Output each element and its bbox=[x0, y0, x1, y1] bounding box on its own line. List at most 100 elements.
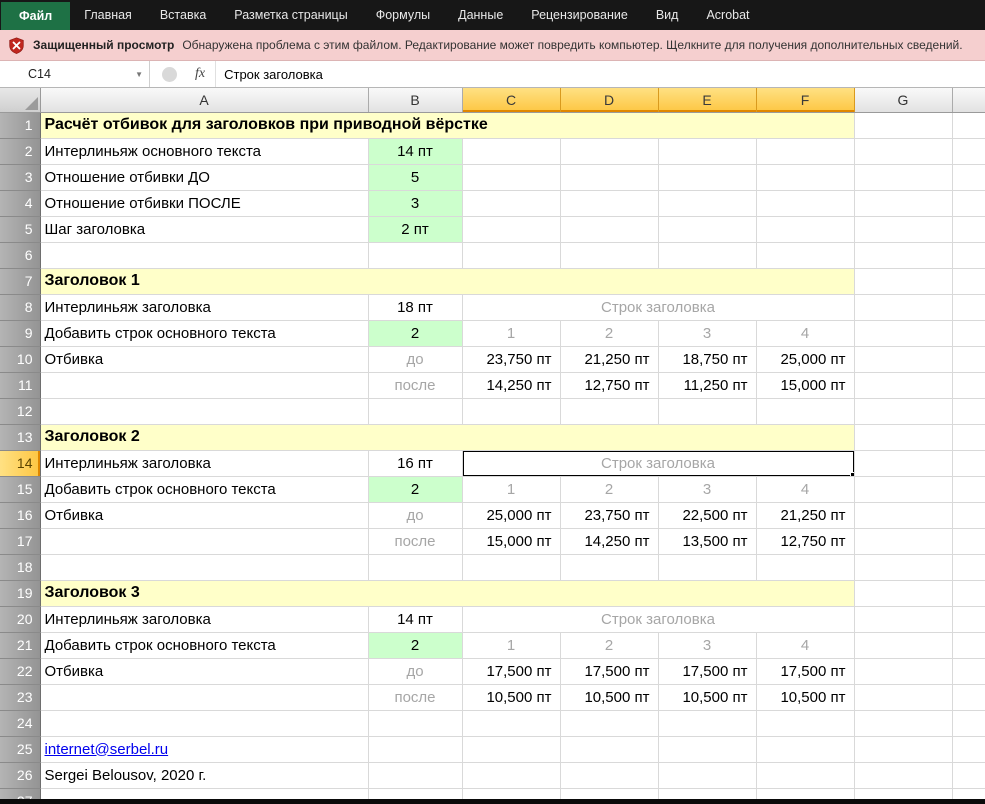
column-header[interactable]: D bbox=[560, 88, 659, 113]
cell[interactable] bbox=[952, 398, 985, 425]
chevron-down-icon[interactable]: ▼ bbox=[135, 70, 143, 79]
cell[interactable]: 10,500 пт bbox=[756, 684, 855, 711]
cell[interactable] bbox=[952, 138, 985, 165]
cell[interactable] bbox=[462, 216, 561, 243]
cell[interactable] bbox=[560, 710, 659, 737]
cell[interactable] bbox=[952, 476, 985, 503]
cell[interactable] bbox=[658, 736, 757, 763]
row-header[interactable]: 5 bbox=[0, 216, 41, 243]
cell[interactable] bbox=[560, 190, 659, 217]
cell[interactable] bbox=[854, 476, 953, 503]
cell[interactable] bbox=[658, 398, 757, 425]
cell[interactable] bbox=[368, 710, 463, 737]
cell[interactable]: 1 bbox=[462, 476, 561, 503]
cell[interactable]: 15,000 пт bbox=[462, 528, 561, 555]
cell[interactable] bbox=[952, 580, 985, 607]
cell[interactable]: Строк заголовка bbox=[462, 294, 855, 321]
cell[interactable]: Добавить строк основного текста bbox=[40, 476, 369, 503]
cell[interactable] bbox=[854, 450, 953, 477]
cell[interactable]: Заголовок 1 bbox=[40, 268, 855, 295]
row-header[interactable]: 25 bbox=[0, 736, 41, 763]
cell[interactable]: 2 bbox=[368, 632, 463, 659]
cell[interactable] bbox=[658, 138, 757, 165]
column-header[interactable]: B bbox=[368, 88, 463, 113]
cell[interactable]: Заголовок 2 bbox=[40, 424, 855, 451]
ribbon-tab[interactable]: Вставка bbox=[146, 0, 220, 30]
cell[interactable]: 18,750 пт bbox=[658, 346, 757, 373]
cell[interactable] bbox=[40, 684, 369, 711]
row-header[interactable]: 14 bbox=[0, 450, 41, 477]
cell[interactable] bbox=[756, 710, 855, 737]
row-header[interactable]: 2 bbox=[0, 138, 41, 165]
cell[interactable]: 1 bbox=[462, 320, 561, 347]
cell[interactable] bbox=[560, 762, 659, 789]
cell[interactable] bbox=[854, 658, 953, 685]
cell[interactable] bbox=[462, 138, 561, 165]
cell[interactable] bbox=[40, 528, 369, 555]
cell[interactable] bbox=[952, 346, 985, 373]
cell[interactable] bbox=[462, 736, 561, 763]
cell[interactable] bbox=[952, 450, 985, 477]
cell[interactable]: 21,250 пт bbox=[560, 346, 659, 373]
cell[interactable]: internet@serbel.ru bbox=[40, 736, 369, 763]
cell[interactable]: 1 bbox=[462, 632, 561, 659]
cell[interactable]: Добавить строк основного текста bbox=[40, 632, 369, 659]
cell[interactable]: Отношение отбивки ДО bbox=[40, 164, 369, 191]
cell[interactable] bbox=[560, 138, 659, 165]
cell[interactable]: 10,500 пт bbox=[560, 684, 659, 711]
cell[interactable] bbox=[854, 294, 953, 321]
cell[interactable]: Заголовок 3 bbox=[40, 580, 855, 607]
cell[interactable] bbox=[952, 112, 985, 139]
cell[interactable] bbox=[658, 554, 757, 581]
cell[interactable]: 23,750 пт bbox=[560, 502, 659, 529]
row-header[interactable]: 23 bbox=[0, 684, 41, 711]
ribbon-tab[interactable]: Разметка страницы bbox=[220, 0, 361, 30]
insert-function-button[interactable]: fx bbox=[191, 61, 217, 87]
cell[interactable]: 22,500 пт bbox=[658, 502, 757, 529]
cell[interactable]: Расчёт отбивок для заголовков при привод… bbox=[40, 112, 855, 139]
row-header[interactable]: 11 bbox=[0, 372, 41, 399]
cell[interactable] bbox=[40, 242, 369, 269]
cell[interactable] bbox=[756, 554, 855, 581]
row-header[interactable]: 21 bbox=[0, 632, 41, 659]
cell[interactable]: Отношение отбивки ПОСЛЕ bbox=[40, 190, 369, 217]
cell[interactable]: Интерлиньяж заголовка bbox=[40, 606, 369, 633]
cell[interactable] bbox=[952, 242, 985, 269]
cell[interactable]: Интерлиньяж заголовка bbox=[40, 450, 369, 477]
row-header[interactable]: 22 bbox=[0, 658, 41, 685]
cell[interactable] bbox=[756, 190, 855, 217]
cell[interactable] bbox=[854, 320, 953, 347]
cell[interactable]: после bbox=[368, 684, 463, 711]
cell[interactable] bbox=[952, 736, 985, 763]
cell[interactable] bbox=[854, 164, 953, 191]
column-header[interactable]: C bbox=[462, 88, 561, 113]
cell[interactable]: 2 bbox=[368, 476, 463, 503]
cell[interactable] bbox=[854, 112, 953, 139]
cell[interactable]: после bbox=[368, 372, 463, 399]
cell[interactable]: 17,500 пт bbox=[462, 658, 561, 685]
cell[interactable] bbox=[952, 190, 985, 217]
cell[interactable]: 16 пт bbox=[368, 450, 463, 477]
cell[interactable] bbox=[952, 710, 985, 737]
cell[interactable] bbox=[854, 736, 953, 763]
column-header[interactable]: G bbox=[854, 88, 953, 113]
cell[interactable]: Интерлиньяж основного текста bbox=[40, 138, 369, 165]
cell[interactable] bbox=[854, 554, 953, 581]
cell[interactable] bbox=[40, 710, 369, 737]
cell[interactable]: 3 bbox=[368, 190, 463, 217]
ribbon-tab[interactable]: Вид bbox=[642, 0, 693, 30]
cell[interactable] bbox=[854, 632, 953, 659]
cell[interactable] bbox=[854, 242, 953, 269]
cell[interactable] bbox=[854, 138, 953, 165]
cell[interactable]: 17,500 пт bbox=[756, 658, 855, 685]
formula-bar-button[interactable] bbox=[162, 66, 177, 82]
cell[interactable] bbox=[756, 242, 855, 269]
cell[interactable]: 14,250 пт bbox=[560, 528, 659, 555]
cell[interactable] bbox=[462, 398, 561, 425]
row-header[interactable]: 18 bbox=[0, 554, 41, 581]
cell[interactable]: 14 пт bbox=[368, 606, 463, 633]
cell[interactable]: Строк заголовка bbox=[462, 450, 855, 477]
cell[interactable]: Добавить строк основного текста bbox=[40, 320, 369, 347]
cell[interactable] bbox=[854, 606, 953, 633]
ribbon-tab[interactable]: Данные bbox=[444, 0, 517, 30]
